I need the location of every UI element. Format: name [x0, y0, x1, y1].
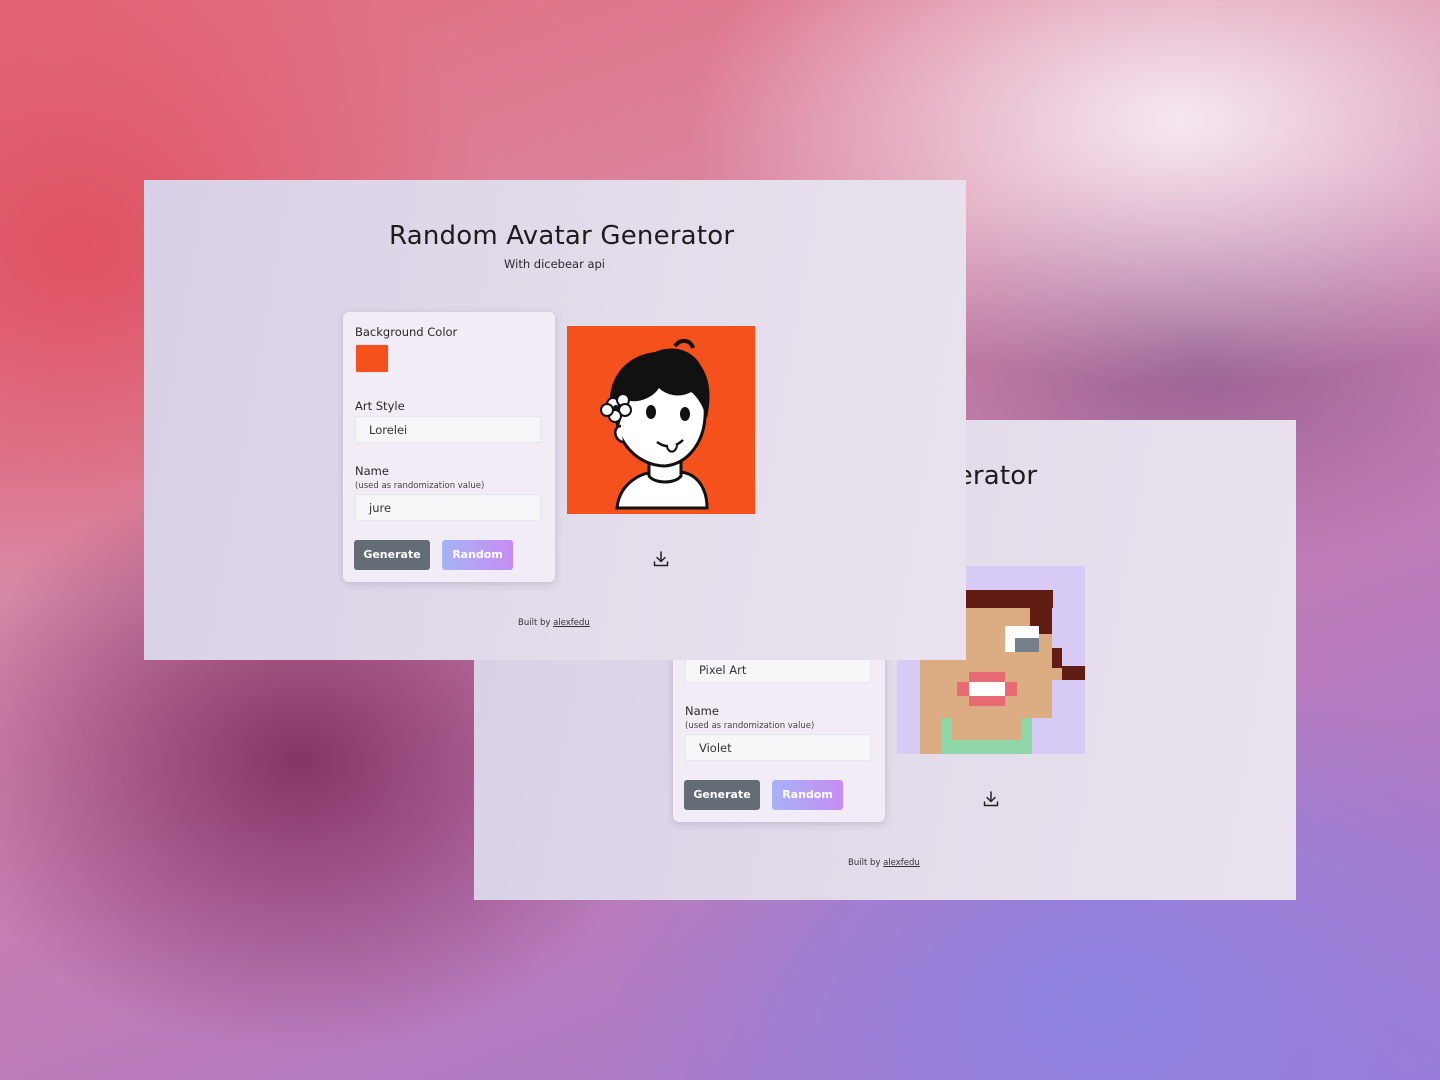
name-label: Name	[685, 704, 719, 718]
screenshot-front: Random Avatar Generator With dicebear ap…	[144, 180, 966, 660]
art-style-label: Art Style	[355, 399, 405, 413]
footer-author-link[interactable]: alexfedu	[553, 618, 590, 628]
name-hint: (used as randomization value)	[685, 721, 815, 731]
background-color-swatch[interactable]	[355, 344, 389, 373]
settings-card: Background Color Art Style Lorelei Name …	[343, 312, 555, 582]
footer-author-link[interactable]: alexfedu	[883, 858, 920, 868]
download-icon[interactable]	[982, 790, 1000, 808]
generate-button[interactable]: Generate	[354, 540, 430, 570]
name-input[interactable]: Violet	[685, 734, 871, 761]
art-style-select[interactable]: Lorelei	[355, 416, 541, 443]
download-icon[interactable]	[652, 550, 670, 568]
page-subtitle: With dicebear api	[504, 257, 606, 271]
footer-text: Built by	[518, 618, 551, 628]
page-title: Random Avatar Generator	[389, 221, 735, 251]
footer-text: Built by	[848, 858, 881, 868]
generate-button[interactable]: Generate	[684, 780, 760, 810]
random-button[interactable]: Random	[442, 540, 513, 570]
footer: Built by alexfedu	[518, 618, 590, 628]
name-hint: (used as randomization value)	[355, 481, 485, 491]
name-input[interactable]: jure	[355, 494, 541, 521]
lorelei-avatar	[567, 326, 755, 514]
lorelei-avatar-image	[567, 326, 755, 514]
name-label: Name	[355, 464, 389, 478]
random-button[interactable]: Random	[772, 780, 843, 810]
art-style-select[interactable]: Pixel Art	[685, 656, 871, 683]
background-color-label: Background Color	[355, 325, 458, 339]
footer: Built by alexfedu	[848, 858, 920, 868]
